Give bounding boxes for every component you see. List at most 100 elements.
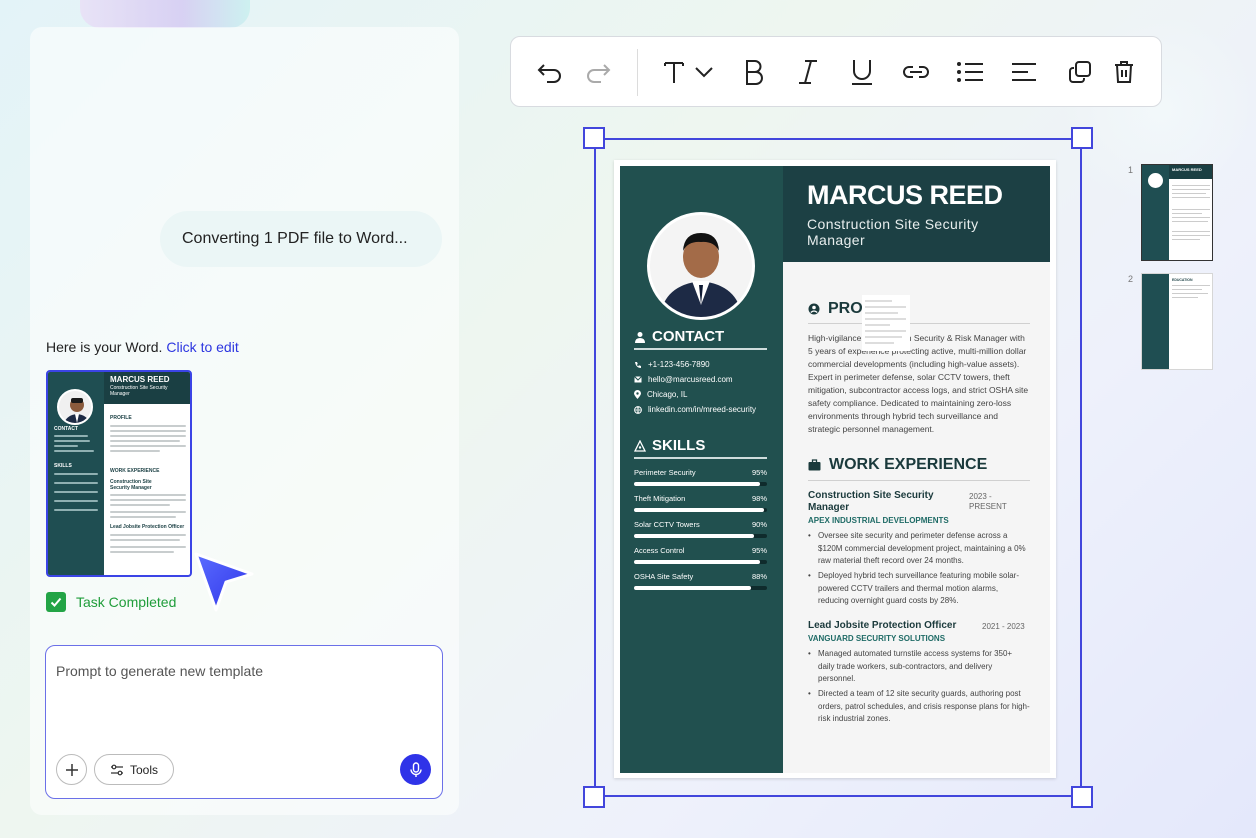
page-thumbnail-2[interactable]: EDUCATION xyxy=(1141,273,1213,370)
skill-name: Theft Mitigation xyxy=(634,494,686,503)
job-bullet: Directed a team of 12 site security guar… xyxy=(808,688,1030,726)
phone-text: +1-123-456-7890 xyxy=(648,360,710,369)
skills-title: SKILLS xyxy=(652,437,706,454)
microphone-button[interactable] xyxy=(400,754,431,785)
contact-linkedin: linkedin.com/in/mreed-security xyxy=(634,405,756,414)
thumb-job1: Construction Site Security Manager xyxy=(110,479,152,491)
skill-item: Perimeter Security 95% xyxy=(634,468,767,486)
add-attachment-button[interactable] xyxy=(56,754,87,785)
skill-item: OSHA Site Safety 88% xyxy=(634,572,767,590)
status-bubble: Converting 1 PDF file to Word... xyxy=(160,211,442,267)
skill-item: Solar CCTV Towers 90% xyxy=(634,520,767,538)
duplicate-button[interactable] xyxy=(1063,55,1097,89)
resize-handle-bottom-left[interactable] xyxy=(583,786,605,808)
skill-name: Solar CCTV Towers xyxy=(634,520,700,529)
page-thumb-line xyxy=(1172,185,1210,186)
page-thumb-line xyxy=(1172,285,1210,286)
thumb-line xyxy=(110,440,180,442)
trash-icon xyxy=(1115,61,1133,83)
contact-title: CONTACT xyxy=(652,328,725,345)
resize-handle-top-left[interactable] xyxy=(583,127,605,149)
job-dates: 2021 - 2023 xyxy=(982,622,1025,631)
microphone-icon xyxy=(409,761,422,777)
thumb-line xyxy=(110,551,174,553)
skill-name: Access Control xyxy=(634,546,685,555)
page-thumb-line xyxy=(1172,293,1208,294)
thumb-line xyxy=(110,445,186,447)
page-thumb-line xyxy=(1172,235,1210,236)
resume-page[interactable]: MARCUS REED Construction Site Security M… xyxy=(614,160,1056,778)
checkbox-checked-icon xyxy=(46,592,66,612)
skill-bar-fill xyxy=(634,482,761,486)
skill-bar xyxy=(634,534,767,538)
skills-section: SKILLS xyxy=(634,437,705,454)
edit-link[interactable]: Click to edit xyxy=(166,339,238,355)
briefcase-icon xyxy=(808,459,821,471)
tools-button[interactable]: Tools xyxy=(94,754,174,785)
thumb-line xyxy=(54,482,98,484)
word-document-thumbnail[interactable]: MARCUS REED Construction Site Security M… xyxy=(46,370,192,577)
result-text: Here is your Word. xyxy=(46,339,163,355)
delete-button[interactable] xyxy=(1107,55,1141,89)
job-title: Construction Site Security Manager xyxy=(808,490,934,513)
italic-icon xyxy=(799,60,817,84)
section-rule xyxy=(634,457,767,459)
italic-button[interactable] xyxy=(791,55,825,89)
link-icon xyxy=(903,66,929,78)
page-number: 1 xyxy=(1128,165,1134,175)
thumb-line xyxy=(110,425,186,427)
resize-handle-bottom-right[interactable] xyxy=(1071,786,1093,808)
text-style-dropdown[interactable] xyxy=(691,55,717,89)
skill-bar xyxy=(634,508,767,512)
page-thumbnail-1[interactable]: MARCUS REED xyxy=(1141,164,1213,261)
page-thumb-line xyxy=(1172,217,1210,218)
section-rule xyxy=(808,480,1030,481)
profile-photo xyxy=(647,212,755,320)
text-style-button[interactable] xyxy=(657,55,691,89)
page-thumb-line xyxy=(1172,213,1202,214)
underline-button[interactable] xyxy=(845,55,879,89)
bold-button[interactable] xyxy=(737,55,771,89)
thumb-line xyxy=(110,511,186,513)
align-button[interactable] xyxy=(1007,55,1041,89)
thumb-line xyxy=(54,500,98,502)
task-status: Task Completed xyxy=(46,592,176,612)
undo-button[interactable] xyxy=(533,55,567,89)
redo-button[interactable] xyxy=(581,55,615,89)
bullet-list-button[interactable] xyxy=(953,55,987,89)
thumb-work-label: WORK EXPERIENCE xyxy=(110,468,160,474)
page-number: 2 xyxy=(1128,274,1134,284)
location-text: Chicago, IL xyxy=(647,390,688,399)
resume-name: MARCUS REED xyxy=(807,180,1003,210)
globe-icon xyxy=(634,405,642,414)
page-thumb-line xyxy=(1172,289,1202,290)
contact-location: Chicago, IL xyxy=(634,390,687,399)
work-section: WORK EXPERIENCE xyxy=(808,456,987,474)
page-thumb-line xyxy=(1172,209,1210,210)
thumb-line xyxy=(54,445,78,447)
thumb-skills-label: SKILLS xyxy=(54,463,72,469)
section-rule xyxy=(634,348,767,350)
resume-role: Construction Site Security Manager xyxy=(807,216,979,248)
thumb-header: MARCUS REED Construction Site Security M… xyxy=(104,372,190,404)
thumb-line xyxy=(54,509,98,511)
link-button[interactable] xyxy=(899,55,933,89)
resize-handle-top-right[interactable] xyxy=(1071,127,1093,149)
page-thumb-line xyxy=(1172,221,1208,222)
skill-name: Perimeter Security xyxy=(634,468,696,477)
job-dates: 2023 - PRESENT xyxy=(969,492,1007,511)
skill-bar-fill xyxy=(634,586,752,590)
floating-document-fragment xyxy=(862,295,910,351)
prompt-input[interactable] xyxy=(56,663,426,679)
resume-header: MARCUS REED Construction Site Security M… xyxy=(783,166,1050,262)
thumb-line xyxy=(110,534,186,536)
skill-item: Access Control 95% xyxy=(634,546,767,564)
skill-percent: 98% xyxy=(751,494,767,503)
skill-bar-fill xyxy=(634,508,765,512)
page-thumb-heading: EDUCATION xyxy=(1172,278,1193,282)
page-thumb-line xyxy=(1172,297,1198,298)
job-bullet: Deployed hybrid tech surveillance featur… xyxy=(808,570,1030,608)
page-thumb-sidebar xyxy=(1142,274,1169,369)
job-bullet: Oversee site security and perimeter defe… xyxy=(808,530,1030,568)
phone-icon xyxy=(635,361,641,368)
